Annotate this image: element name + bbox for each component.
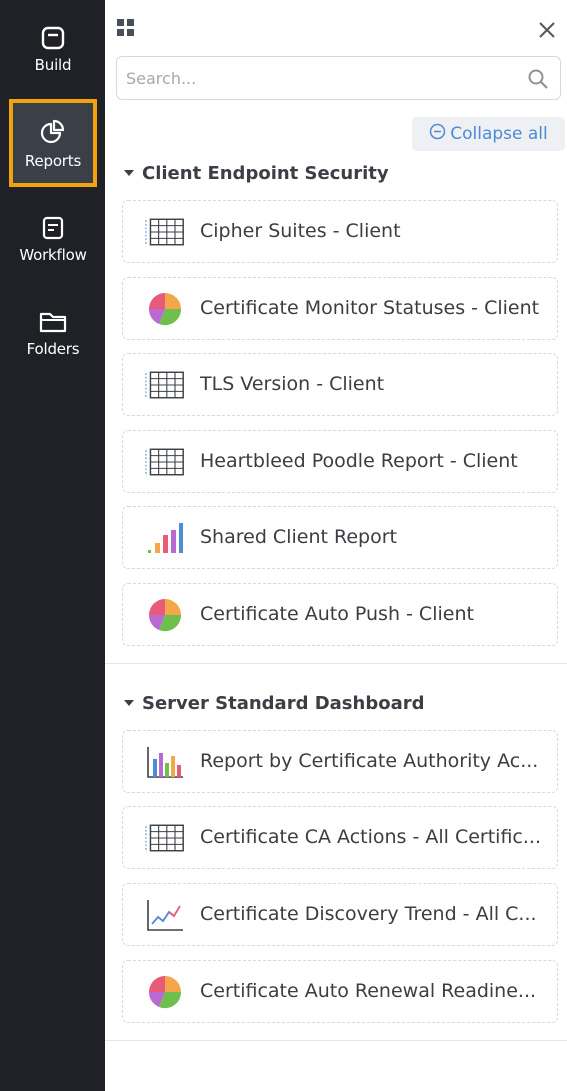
report-item-label: Heartbleed Poodle Report - Client xyxy=(200,450,518,472)
report-item[interactable]: Certificate CA Actions - All Certific... xyxy=(122,806,558,869)
table-icon xyxy=(145,214,185,250)
report-item-label: Shared Client Report xyxy=(200,526,397,548)
pie-chart-icon xyxy=(145,597,185,633)
table-icon xyxy=(145,820,185,856)
report-item[interactable]: Certificate Discovery Trend - All C... xyxy=(122,883,558,946)
collapse-all-button[interactable]: Collapse all xyxy=(412,117,565,151)
nav-reports[interactable]: Reports xyxy=(9,99,97,187)
report-item[interactable]: Certificate Monitor Statuses - Client xyxy=(122,277,558,340)
reports-icon xyxy=(38,117,68,147)
table-icon xyxy=(145,367,185,403)
caret-down-icon xyxy=(124,700,134,706)
report-item-label: Certificate Monitor Statuses - Client xyxy=(200,297,540,319)
report-item[interactable]: Certificate Auto Renewal Readine... xyxy=(122,960,558,1023)
caret-down-icon xyxy=(124,170,134,176)
workflow-icon xyxy=(40,215,66,241)
line-chart-icon xyxy=(145,897,185,933)
nav-build-label: Build xyxy=(34,55,72,74)
search-box xyxy=(116,56,561,100)
collapse-all-label: Collapse all xyxy=(450,124,548,144)
nav-workflow[interactable]: Workflow xyxy=(9,195,97,283)
nav-workflow-label: Workflow xyxy=(19,245,87,264)
nav-build[interactable]: Build xyxy=(9,5,97,93)
report-item[interactable]: Certificate Auto Push - Client xyxy=(122,583,558,646)
pie-chart-icon xyxy=(145,291,185,327)
folders-icon xyxy=(38,309,68,335)
nav-folders-label: Folders xyxy=(26,339,80,358)
close-icon[interactable] xyxy=(536,19,558,41)
report-item-label: Certificate Auto Renewal Readine... xyxy=(200,980,537,1002)
search-icon[interactable] xyxy=(527,68,549,90)
nav-reports-label: Reports xyxy=(24,151,82,170)
report-item-label: Certificate Discovery Trend - All C... xyxy=(200,903,537,925)
table-icon xyxy=(145,444,185,480)
group-header-server-standard-dashboard[interactable]: Server Standard Dashboard xyxy=(124,690,425,716)
reports-panel: Collapse all Client Endpoint Security Ci… xyxy=(105,0,567,1091)
pie-chart-icon xyxy=(145,974,185,1010)
report-item-label: TLS Version - Client xyxy=(200,373,385,395)
report-item[interactable]: TLS Version - Client xyxy=(122,353,558,416)
report-item-label: Cipher Suites - Client xyxy=(200,220,401,242)
nav-rail: Build Reports Workflow Folders xyxy=(0,0,105,1091)
nav-folders[interactable]: Folders xyxy=(9,289,97,377)
report-item[interactable]: Report by Certificate Authority Ac... xyxy=(122,730,558,793)
grid-icon[interactable] xyxy=(116,18,136,38)
group-header-client-endpoint-security[interactable]: Client Endpoint Security xyxy=(124,160,389,186)
column-chart-icon xyxy=(145,744,185,780)
group-title: Server Standard Dashboard xyxy=(142,692,425,714)
report-item-label: Report by Certificate Authority Ac... xyxy=(200,750,539,772)
bar-chart-icon xyxy=(145,520,185,556)
group-divider xyxy=(105,663,567,664)
report-item[interactable]: Shared Client Report xyxy=(122,506,558,569)
group-divider xyxy=(105,1040,567,1041)
report-item-label: Certificate Auto Push - Client xyxy=(200,603,474,625)
report-item[interactable]: Cipher Suites - Client xyxy=(122,200,558,263)
search-input[interactable] xyxy=(117,57,560,99)
group-title: Client Endpoint Security xyxy=(142,162,389,184)
collapse-icon xyxy=(429,123,446,145)
report-item[interactable]: Heartbleed Poodle Report - Client xyxy=(122,430,558,493)
report-item-label: Certificate CA Actions - All Certific... xyxy=(200,826,541,848)
build-icon xyxy=(40,25,66,51)
